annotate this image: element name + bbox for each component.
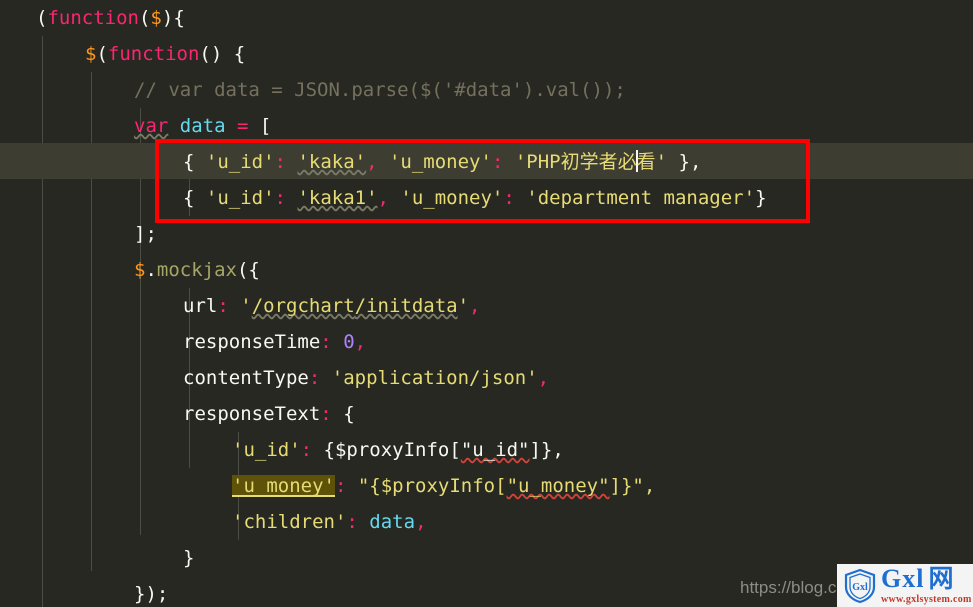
token-url-quote-open: ' xyxy=(240,295,252,317)
token-key-uid-13: 'u_id' xyxy=(232,439,301,461)
token-colon-11: : xyxy=(308,367,321,389)
token-prop-url: url xyxy=(183,295,218,317)
token-keyword-function-2: function xyxy=(107,43,200,65)
token-value-kaka1: 'kaka1' xyxy=(297,187,378,209)
token-colon-14: : xyxy=(334,475,347,497)
token-comma-5: , xyxy=(366,151,378,173)
shield-label: Gxl xyxy=(852,582,868,593)
code-line-6[interactable]: { 'u_id': 'kaka1', 'u_money': 'departmen… xyxy=(0,180,973,216)
watermark-brand-cn: 网 xyxy=(928,564,955,593)
token-comment: // var data = JSON.parse($('#data').val(… xyxy=(134,79,626,101)
token-object-open-6: { xyxy=(183,187,206,209)
token-proxyinfo-open-13: {$proxyInfo[ xyxy=(312,439,461,461)
code-line-11[interactable]: contentType: 'application/json', xyxy=(0,360,973,396)
token-key-uid-5: 'u_id' xyxy=(205,151,275,173)
token-assign: = xyxy=(237,115,249,137)
token-colon-9: : xyxy=(217,295,229,317)
token-call-open: ({ xyxy=(236,259,260,281)
token-comma-9: , xyxy=(469,295,481,317)
token-object-close-16: } xyxy=(183,547,195,569)
code-line-2[interactable]: $(function() { xyxy=(0,36,973,72)
token-object-open-5: { xyxy=(183,151,206,173)
token-comma-6: , xyxy=(377,187,389,209)
token-identifier-data-ref: data xyxy=(369,511,416,533)
token-colon-5b: : xyxy=(491,151,504,173)
watermark-url: https://blog.c xyxy=(740,578,837,597)
token-call-close: }); xyxy=(134,583,169,605)
token-value-chinese-a: 'PHP初学者必 xyxy=(514,151,637,173)
token-colon-6b: : xyxy=(503,187,515,209)
token-dot: . xyxy=(145,259,157,281)
token-url-quote-close: ' xyxy=(457,295,470,317)
token-key-children: 'children' xyxy=(232,511,347,533)
watermark-brand: Gxl 网 www.gxlsystem.com xyxy=(881,566,972,605)
token-proxyinfo-key-uid: "u_id" xyxy=(460,439,530,461)
token-colon-10: : xyxy=(320,331,332,353)
token-comma-11: , xyxy=(537,367,550,389)
code-line-3[interactable]: // var data = JSON.parse($('#data').val(… xyxy=(0,72,973,108)
token-proxyinfo-open-14: "{$proxyInfo[ xyxy=(346,475,507,497)
token-object-open-12: { xyxy=(343,403,355,425)
token-proxyinfo-close-13: ]}, xyxy=(529,439,564,461)
token-colon-5a: : xyxy=(274,151,286,173)
code-line-8[interactable]: $.mockjax({ xyxy=(0,252,973,288)
token-dollar-1: $ xyxy=(150,7,162,29)
token-prop-responsetime: responseTime xyxy=(183,331,321,353)
code-line-7[interactable]: ]; xyxy=(0,216,973,252)
token-key-uid-6: 'u_id' xyxy=(205,187,275,209)
code-line-10[interactable]: responseTime: 0, xyxy=(0,324,973,360)
token-value-kaka: 'kaka' xyxy=(297,151,367,173)
token-prop-contenttype: contentType xyxy=(183,367,309,389)
watermark-site: www.gxlsystem.com xyxy=(881,594,972,605)
token-object-close-5: }, xyxy=(667,151,702,173)
token-url-segment-orgchart: /orgchart xyxy=(251,295,355,317)
token-url-segment-initdata: /initdata xyxy=(354,295,458,317)
token-colon-13: : xyxy=(300,439,313,461)
code-line-12[interactable]: responseText: { xyxy=(0,396,973,432)
token-key-umoney-highlighted[interactable]: 'u_money' xyxy=(232,475,335,497)
watermark-brand-row: Gxl 网 xyxy=(881,566,972,592)
code-line-14[interactable]: 'u_money': "{$proxyInfo["u_money"]}", xyxy=(0,468,973,504)
token-value-department-manager: 'department manager' xyxy=(526,187,756,209)
code-line-13[interactable]: 'u_id': {$proxyInfo["u_id"]}, xyxy=(0,432,973,468)
token-object-close-6: } xyxy=(755,187,767,209)
token-dollar-3: $ xyxy=(134,259,146,281)
token-colon-15: : xyxy=(346,511,358,533)
token-comma-15: , xyxy=(415,511,427,533)
token-identifier-data: data xyxy=(179,115,226,137)
token-comma-10: , xyxy=(354,331,367,353)
token-value-chinese-b: 看' xyxy=(636,151,668,173)
code-line-4[interactable]: var data = [ xyxy=(0,108,973,144)
token-proxyinfo-close-14: ]}", xyxy=(609,475,656,497)
code-line-1[interactable]: (function($){ xyxy=(0,0,973,36)
token-key-umoney-6: 'u_money' xyxy=(400,187,504,209)
token-key-umoney-5: 'u_money' xyxy=(388,151,492,173)
token-keyword-function-1: function xyxy=(47,7,139,29)
code-line-9[interactable]: url: '/orgchart/initdata', xyxy=(0,288,973,324)
token-colon-6a: : xyxy=(274,187,286,209)
token-colon-12: : xyxy=(320,403,332,425)
watermark-brand-name: Gxl xyxy=(881,564,925,593)
code-editor-screenshot: (function($){ $(function() { // var data… xyxy=(0,0,973,607)
token-dollar-2: $ xyxy=(85,43,97,65)
watermark-logo: Gxl Gxl 网 www.gxlsystem.com xyxy=(837,564,973,607)
editor-canvas[interactable]: (function($){ $(function() { // var data… xyxy=(0,0,973,607)
shield-icon: Gxl xyxy=(844,568,876,603)
token-keyword-var: var xyxy=(134,115,169,137)
token-value-application-json: 'application/json' xyxy=(331,367,538,389)
code-line-5[interactable]: { 'u_id': 'kaka', 'u_money': 'PHP初学者必看' … xyxy=(0,144,973,180)
code-line-15[interactable]: 'children': data, xyxy=(0,504,973,540)
token-array-close: ]; xyxy=(134,223,157,245)
token-prop-responsetext: responseText xyxy=(183,403,321,425)
token-method-mockjax: mockjax xyxy=(156,259,237,281)
token-proxyinfo-key-umoney: "u_money" xyxy=(506,475,610,497)
token-number-zero: 0 xyxy=(343,331,355,353)
token-array-open: [ xyxy=(259,115,272,137)
code-line-16[interactable]: } xyxy=(0,540,973,576)
